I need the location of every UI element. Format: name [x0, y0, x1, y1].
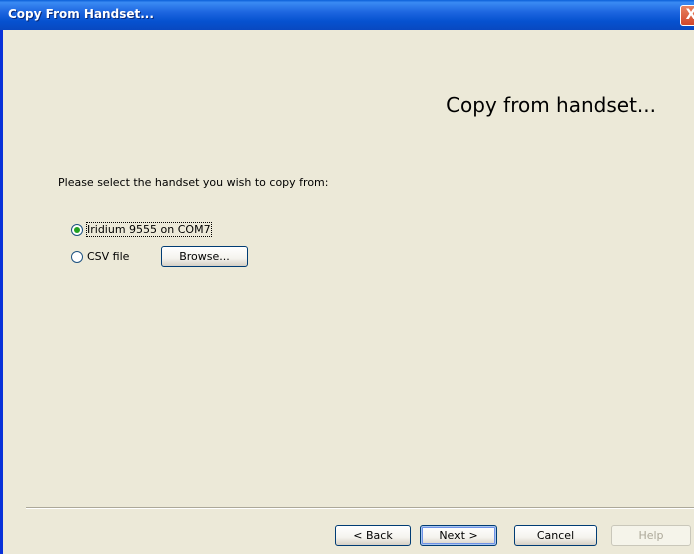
option-iridium-label[interactable]: Iridium 9555 on COM7	[86, 222, 212, 237]
title-bar[interactable]: Copy From Handset... X	[0, 0, 694, 30]
close-button[interactable]: X	[680, 5, 694, 26]
radio-csv[interactable]	[71, 250, 83, 263]
footer-separator	[26, 507, 694, 509]
window-title: Copy From Handset...	[8, 7, 154, 21]
cancel-button[interactable]: Cancel	[514, 525, 597, 546]
selection-prompt: Please select the handset you wish to co…	[58, 176, 329, 189]
help-button: Help	[611, 525, 691, 546]
radio-iridium[interactable]	[71, 223, 83, 236]
page-title: Copy from handset...	[446, 93, 656, 117]
browse-button[interactable]: Browse...	[161, 246, 248, 267]
close-icon: X	[685, 7, 694, 23]
option-csv[interactable]: CSV file	[71, 250, 129, 263]
option-iridium[interactable]: Iridium 9555 on COM7	[71, 222, 212, 237]
option-csv-label[interactable]: CSV file	[87, 250, 129, 263]
back-button[interactable]: < Back	[335, 525, 411, 546]
next-button[interactable]: Next >	[420, 525, 497, 546]
